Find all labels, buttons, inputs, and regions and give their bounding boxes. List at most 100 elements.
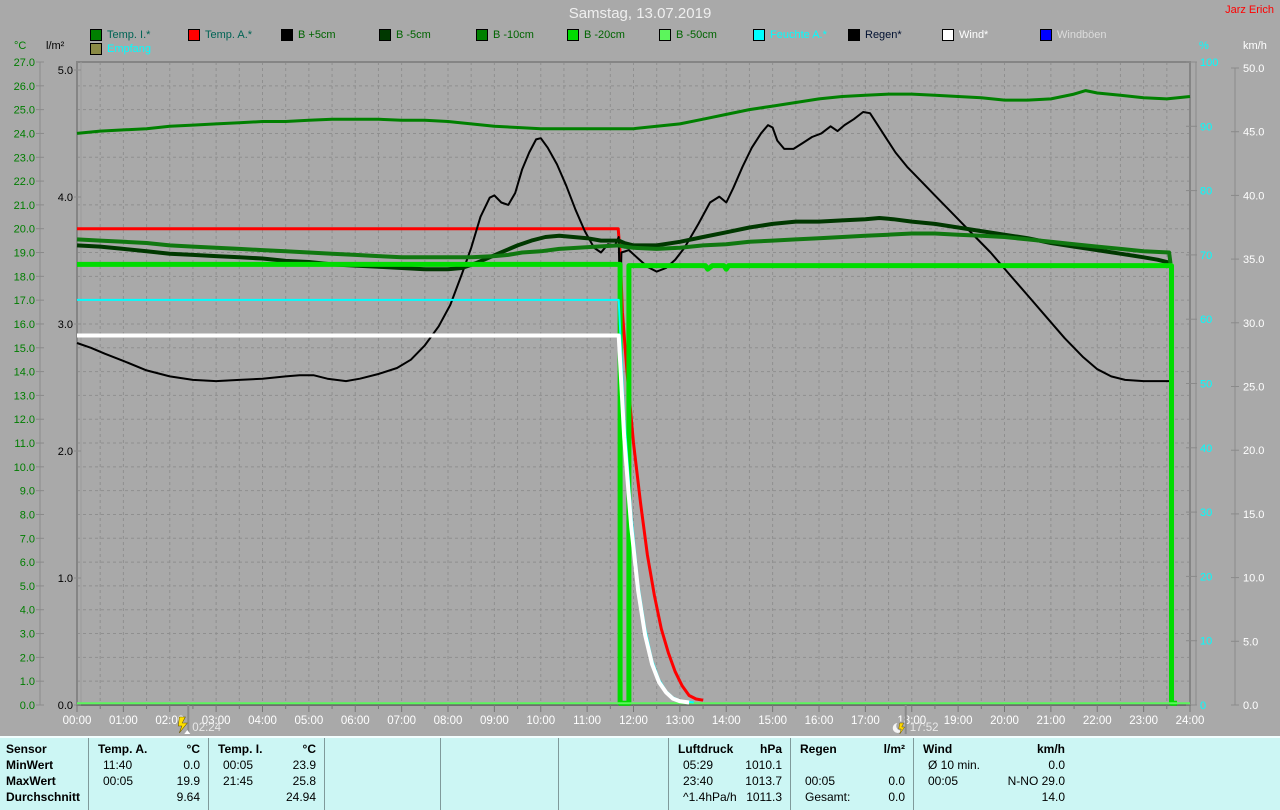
table-row: Ø 10 min. 0.0 [914, 758, 1074, 774]
cell-time: 00:05 [223, 758, 254, 772]
x-tick-label: 06:00 [341, 715, 370, 727]
table-row: MaxWert [0, 774, 88, 790]
x-tick-label: 19:00 [944, 715, 973, 727]
temp-tick-label: 2.0 [20, 652, 35, 664]
cell-value: 25.8 [292, 774, 316, 788]
percent-tick-label: 50 [1200, 379, 1212, 391]
x-tick-label: 15:00 [758, 715, 787, 727]
weather-day-chart-window: Samstag, 13.07.2019 Jarz Erich Temp. I.*… [0, 0, 1280, 810]
table-row: 24.94 [209, 790, 325, 806]
table-row [325, 790, 441, 806]
row-label: MinWert [6, 758, 54, 772]
column-unit: km/h [1036, 742, 1065, 756]
table-column-temp-i: Temp. I. °C 00:05 23.9 21:45 25.8 24.94 [208, 738, 325, 810]
x-tick-label: 20:00 [990, 715, 1019, 727]
table-row: 21:45 25.8 [209, 774, 325, 790]
table-row [325, 758, 441, 774]
temp-tick-label: 3.0 [20, 629, 35, 641]
table-row-labels-column: Sensor MinWert MaxWert Durchschnitt [0, 738, 88, 810]
rain-tick-label: 0.0 [58, 700, 73, 712]
cell-value: 0.0 [183, 758, 200, 772]
marker-label: 17:52 [910, 722, 939, 734]
column-name: Temp. I. [218, 742, 263, 756]
rain-tick-label: 1.0 [58, 573, 73, 585]
cell-value: 24.94 [285, 790, 316, 804]
x-tick-label: 22:00 [1083, 715, 1112, 727]
marker-base-icon [184, 730, 191, 734]
cell-value: 0.0 [888, 774, 905, 788]
wind-tick-label: 25.0 [1243, 382, 1264, 394]
cell-time: 00:05 [928, 774, 959, 788]
cell-value: 1011.3 [746, 790, 782, 804]
temp-tick-label: 1.0 [20, 676, 35, 688]
column-unit: l/m² [883, 742, 905, 756]
table-row [325, 742, 441, 758]
wind-tick-label: 5.0 [1243, 636, 1258, 648]
cell-value: 9.64 [176, 790, 200, 804]
temp-tick-label: 24.0 [14, 128, 35, 140]
table-row [559, 774, 669, 790]
wind-tick-label: 35.0 [1243, 254, 1264, 266]
cell-time: Ø 10 min. [928, 758, 981, 772]
temp-tick-label: 23.0 [14, 152, 35, 164]
table-row: Temp. I. °C [209, 742, 325, 758]
wind-tick-label: 15.0 [1243, 509, 1264, 521]
x-tick-label: 10:00 [526, 715, 555, 727]
wind-tick-label: 10.0 [1243, 573, 1264, 585]
percent-tick-label: 100 [1200, 57, 1218, 69]
temp-tick-label: 17.0 [14, 295, 35, 307]
temp-tick-label: 4.0 [20, 605, 35, 617]
percent-tick-label: 10 [1200, 636, 1212, 648]
lightning-icon [177, 716, 188, 734]
table-row [441, 774, 559, 790]
cell-value: 23.9 [292, 758, 316, 772]
table-row [559, 790, 669, 806]
table-row [441, 758, 559, 774]
table-column-wind: Wind km/h Ø 10 min. 0.0 00:05 N-NO 29.0 14.0 [913, 738, 1074, 810]
percent-tick-label: 30 [1200, 507, 1212, 519]
temp-tick-label: 10.0 [14, 462, 35, 474]
cell-time: 11:40 [103, 758, 133, 772]
percent-tick-label: 80 [1200, 186, 1212, 198]
temp-tick-label: 27.0 [14, 57, 35, 69]
temp-tick-label: 26.0 [14, 81, 35, 93]
chart-canvas: 0.0 1.0 2.0 3.0 4.0 5.0 6.0 7.0 8.0 9.0 10.0 11.0 12… [14, 57, 1264, 735]
summary-table: Sensor MinWert MaxWert Durchschnitt Temp. A.… [0, 736, 1280, 810]
temp-tick-label: 11.0 [14, 438, 35, 450]
x-tick-label: 17:00 [851, 715, 880, 727]
table-row: Gesamt: 0.0 [791, 790, 914, 806]
table-row [791, 758, 914, 774]
marker-label: 02:24 [192, 722, 221, 734]
percent-tick-label: 70 [1200, 250, 1212, 262]
x-tick-label: 08:00 [434, 715, 463, 727]
table-row [559, 758, 669, 774]
percent-tick-label: 60 [1200, 314, 1212, 326]
column-name: Luftdruck [678, 742, 734, 756]
cell-value: 1010.1 [745, 758, 782, 772]
x-tick-label: 14:00 [712, 715, 741, 727]
table-row: Regen l/m² [791, 742, 914, 758]
table-row: Luftdruck hPa [669, 742, 791, 758]
x-tick-label: 09:00 [480, 715, 509, 727]
wind-tick-label: 30.0 [1243, 318, 1264, 330]
rain-tick-label: 4.0 [58, 192, 73, 204]
temp-tick-label: 13.0 [14, 390, 35, 402]
cell-value: 19.9 [176, 774, 200, 788]
temp-tick-label: 18.0 [14, 271, 35, 283]
wind-tick-label: 45.0 [1243, 127, 1264, 139]
table-row: 11:40 0.0 [89, 758, 209, 774]
cell-time: 00:05 [103, 774, 134, 788]
wind-tick-label: 0.0 [1243, 700, 1258, 712]
temp-tick-label: 25.0 [14, 105, 35, 117]
table-column-empty [324, 738, 441, 810]
x-tick-label: 07:00 [387, 715, 416, 727]
series-b-5cm [76, 216, 1172, 272]
table-row [441, 742, 559, 758]
column-name: Regen [800, 742, 837, 756]
row-label: Sensor [6, 742, 47, 756]
cell-value: 0.0 [888, 790, 905, 804]
table-row: Temp. A. °C [89, 742, 209, 758]
percent-tick-label: 40 [1200, 443, 1212, 455]
table-row [325, 774, 441, 790]
table-row: 00:05 N-NO 29.0 [914, 774, 1074, 790]
